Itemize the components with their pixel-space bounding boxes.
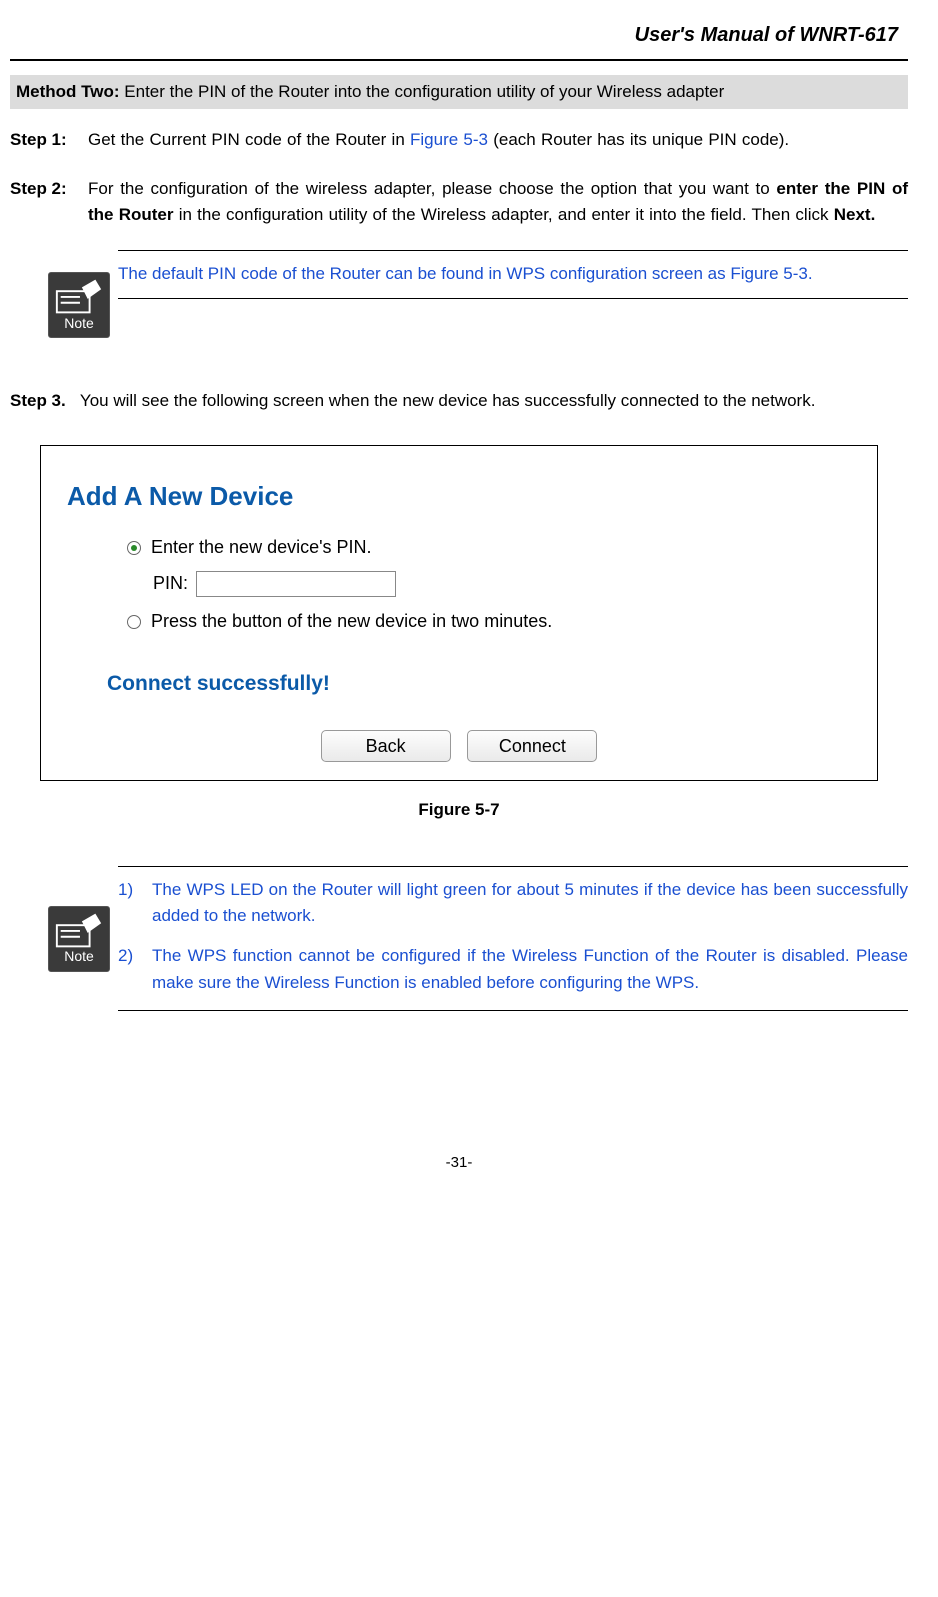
step-2-bold-2: Next. [834,205,876,224]
note-icon-wrap-2: Note [40,866,118,972]
method-two-bar: Method Two: Enter the PIN of the Router … [10,75,908,109]
note-1-bottom-rule [118,298,908,299]
note-2-text-1: The WPS LED on the Router will light gre… [152,877,908,930]
radio-press-button[interactable] [127,615,141,629]
step-3-label: Step 3. [10,391,66,410]
step-2-body: For the configuration of the wireless ad… [88,176,908,229]
back-button[interactable]: Back [321,730,451,762]
step-1-suffix: (each Router has its unique PIN code). [488,130,789,149]
header-divider [10,59,908,61]
pin-label: PIN: [153,570,188,598]
note-2-num-2: 2) [118,943,152,996]
note-2-num-1: 1) [118,877,152,930]
method-two-label: Method Two: [16,82,120,101]
page-number: -31- [10,1151,908,1174]
note-icon-label-2: Note [64,946,94,968]
note-icon-2: Note [48,906,110,972]
step-1-label: Step 1: [10,127,88,153]
dialog-button-row: Back Connect [67,730,851,762]
figure-5-7-container: Add A New Device Enter the new device's … [40,445,878,782]
note-block-1: Note The default PIN code of the Router … [40,250,908,338]
note-1-top-rule [118,250,908,251]
step-1-body: Get the Current PIN code of the Router i… [88,127,908,153]
step-2-prefix: For the configuration of the wireless ad… [88,179,776,198]
note-2-item-2: 2) The WPS function cannot be configured… [118,943,908,996]
method-two-text: Enter the PIN of the Router into the con… [120,82,725,101]
note-2-top-rule [118,866,908,867]
step-1-prefix: Get the Current PIN code of the Router i… [88,130,410,149]
connect-button[interactable]: Connect [467,730,597,762]
option-enter-pin-row: Enter the new device's PIN. [127,534,851,562]
note-2-content: 1) The WPS LED on the Router will light … [118,866,908,1011]
connect-success-text: Connect successfully! [107,668,851,701]
figure-5-7-caption: Figure 5-7 [10,797,908,823]
radio-enter-pin[interactable] [127,541,141,555]
option-press-button-label: Press the button of the new device in tw… [151,608,552,636]
pin-row: PIN: [153,570,851,598]
note-2-item-1: 1) The WPS LED on the Router will light … [118,877,908,930]
step-3-row: Step 3. You will see the following scree… [10,388,908,414]
option-press-button-row: Press the button of the new device in tw… [127,608,851,636]
page-header-title: User's Manual of WNRT-617 [10,20,908,59]
step-2-mid: in the configuration utility of the Wire… [174,205,834,224]
note-icon-label-1: Note [64,313,94,335]
note-2-text-2: The WPS function cannot be configured if… [152,943,908,996]
step-2-row: Step 2: For the configuration of the wir… [10,176,908,229]
note-icon: Note [48,272,110,338]
pin-input[interactable] [196,571,396,597]
step-3-body: Step 3. You will see the following scree… [76,388,908,414]
step-1-figure-link[interactable]: Figure 5-3 [410,130,488,149]
note-1-content: The default PIN code of the Router can b… [118,250,908,298]
step-1-row: Step 1: Get the Current PIN code of the … [10,127,908,153]
note-block-2: Note 1) The WPS LED on the Router will l… [40,866,908,1011]
step-3-text: You will see the following screen when t… [80,391,816,410]
note-1-text: The default PIN code of the Router can b… [118,261,908,287]
step-2-label: Step 2: [10,176,88,202]
option-enter-pin-label: Enter the new device's PIN. [151,534,372,562]
note-2-bottom-rule [118,1010,908,1011]
note-icon-wrap-1: Note [40,250,118,338]
dialog-title: Add A New Device [67,476,851,516]
